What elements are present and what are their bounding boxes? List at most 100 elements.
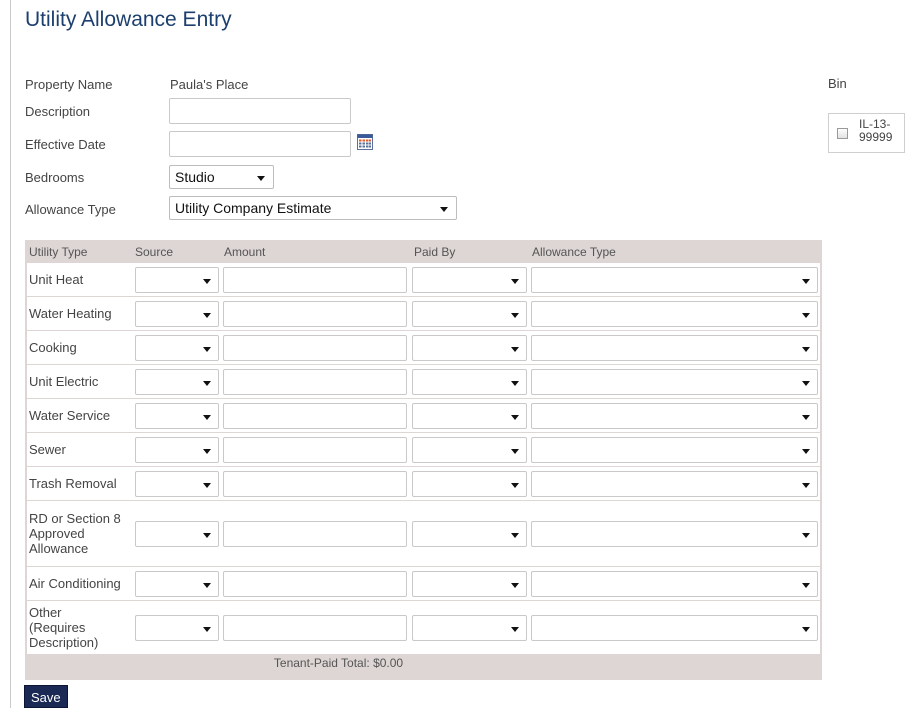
allowance-type-row-select[interactable] [531, 571, 818, 597]
chevron-down-icon [203, 347, 211, 352]
chevron-down-icon [203, 627, 211, 632]
source-select[interactable] [135, 571, 219, 597]
paid-by-select[interactable] [412, 301, 527, 327]
amount-input[interactable] [223, 571, 407, 597]
table-row: Unit Electric [27, 365, 820, 398]
source-select[interactable] [135, 335, 219, 361]
table-row: Other (Requires Description) [27, 601, 820, 654]
paid-by-select[interactable] [412, 571, 527, 597]
calendar-icon[interactable] [357, 134, 373, 150]
property-name-label: Property Name [25, 77, 113, 92]
chevron-down-icon [203, 483, 211, 488]
source-select[interactable] [135, 471, 219, 497]
paid-by-select[interactable] [412, 437, 527, 463]
bin-item-label: IL-13- 99999 [859, 117, 893, 144]
chevron-down-icon [511, 381, 519, 386]
utility-type-name: Other (Requires Description) [29, 605, 99, 650]
source-select[interactable] [135, 437, 219, 463]
chevron-down-icon [511, 483, 519, 488]
source-select[interactable] [135, 301, 219, 327]
chevron-down-icon [511, 533, 519, 538]
amount-input[interactable] [223, 267, 407, 293]
allowance-type-row-select[interactable] [531, 521, 818, 547]
chevron-down-icon [802, 583, 810, 588]
chevron-down-icon [511, 415, 519, 420]
amount-input[interactable] [223, 437, 407, 463]
chevron-down-icon [203, 313, 211, 318]
amount-input[interactable] [223, 335, 407, 361]
page-title: Utility Allowance Entry [25, 8, 232, 31]
paid-by-select[interactable] [412, 267, 527, 293]
utility-type-name: Cooking [29, 340, 77, 355]
allowance-type-row-select[interactable] [531, 369, 818, 395]
chevron-down-icon [802, 381, 810, 386]
paid-by-select[interactable] [412, 521, 527, 547]
allowance-type-label: Allowance Type [25, 202, 116, 217]
table-row: Unit Heat [27, 263, 820, 296]
amount-input[interactable] [223, 521, 407, 547]
chevron-down-icon [511, 279, 519, 284]
utility-table: Utility Type Source Amount Paid By Allow… [25, 240, 822, 680]
description-label: Description [25, 104, 91, 119]
source-select[interactable] [135, 267, 219, 293]
chevron-down-icon [511, 313, 519, 318]
source-select[interactable] [135, 403, 219, 429]
table-row: Water Service [27, 399, 820, 432]
amount-input[interactable] [223, 471, 407, 497]
paid-by-select[interactable] [412, 403, 527, 429]
chevron-down-icon [203, 381, 211, 386]
chevron-down-icon [203, 533, 211, 538]
effective-date-input[interactable] [169, 131, 351, 157]
table-row: Sewer [27, 433, 820, 466]
chevron-down-icon [802, 279, 810, 284]
table-row: Air Conditioning [27, 567, 820, 600]
paid-by-select[interactable] [412, 335, 527, 361]
column-header-source: Source [135, 245, 174, 259]
bin-checkbox[interactable] [837, 128, 848, 139]
bedrooms-select[interactable]: Studio [169, 165, 274, 189]
chevron-down-icon [511, 627, 519, 632]
chevron-down-icon [802, 627, 810, 632]
paid-by-select[interactable] [412, 369, 527, 395]
chevron-down-icon [802, 483, 810, 488]
paid-by-select[interactable] [412, 471, 527, 497]
allowance-type-row-select[interactable] [531, 335, 818, 361]
save-button[interactable]: Save [24, 685, 68, 708]
chevron-down-icon [203, 583, 211, 588]
table-row: Water Heating [27, 297, 820, 330]
source-select[interactable] [135, 369, 219, 395]
source-select[interactable] [135, 615, 219, 641]
amount-input[interactable] [223, 615, 407, 641]
allowance-type-row-select[interactable] [531, 267, 818, 293]
amount-input[interactable] [223, 301, 407, 327]
amount-input[interactable] [223, 403, 407, 429]
bin-label: Bin [828, 76, 847, 91]
left-divider [10, 0, 11, 708]
chevron-down-icon [511, 583, 519, 588]
column-header-utility-type: Utility Type [29, 245, 88, 259]
chevron-down-icon [203, 279, 211, 284]
chevron-down-icon [802, 347, 810, 352]
tenant-paid-total: Tenant-Paid Total: $0.00 [273, 656, 404, 670]
allowance-type-row-select[interactable] [531, 437, 818, 463]
allowance-type-value: Utility Company Estimate [175, 200, 332, 216]
table-row: Cooking [27, 331, 820, 364]
utility-type-name: Water Heating [29, 306, 112, 321]
allowance-type-row-select[interactable] [531, 471, 818, 497]
description-input[interactable] [169, 98, 351, 124]
source-select[interactable] [135, 521, 219, 547]
table-row: Trash Removal [27, 467, 820, 500]
chevron-down-icon [802, 313, 810, 318]
allowance-type-select[interactable]: Utility Company Estimate [169, 196, 457, 220]
column-header-paid-by: Paid By [414, 245, 456, 259]
allowance-type-row-select[interactable] [531, 615, 818, 641]
column-header-allowance-type: Allowance Type [532, 245, 616, 259]
chevron-down-icon [802, 449, 810, 454]
allowance-type-row-select[interactable] [531, 403, 818, 429]
utility-type-name: Unit Electric [29, 374, 99, 389]
allowance-type-row-select[interactable] [531, 301, 818, 327]
paid-by-select[interactable] [412, 615, 527, 641]
utility-type-name: Unit Heat [29, 272, 84, 287]
amount-input[interactable] [223, 369, 407, 395]
utility-type-name: Air Conditioning [29, 576, 121, 591]
